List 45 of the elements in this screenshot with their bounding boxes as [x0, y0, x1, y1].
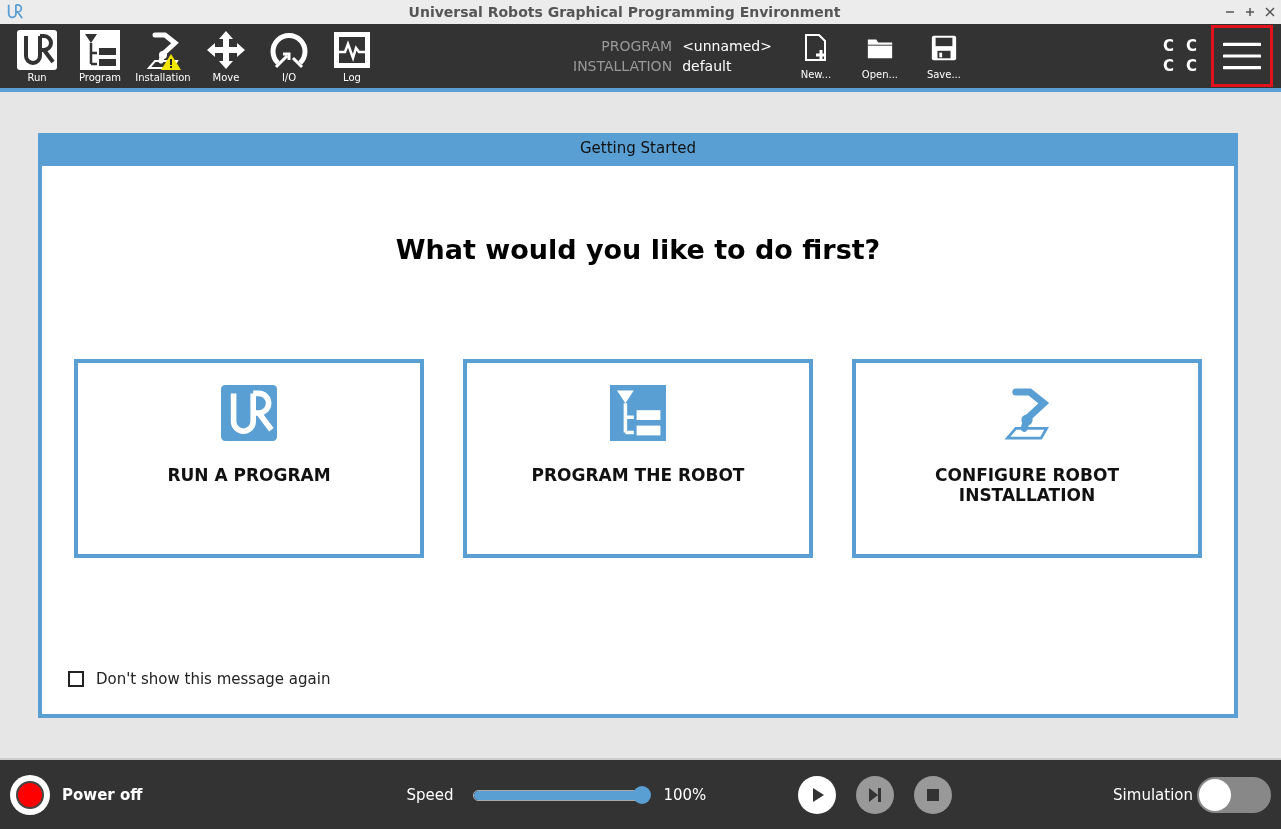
dialog-title: Getting Started — [42, 133, 1234, 163]
program-tree-icon — [80, 29, 120, 70]
checkbox-label: Don't show this message again — [96, 670, 331, 688]
simulation-toggle[interactable] — [1197, 776, 1271, 813]
speed-label: Speed — [406, 785, 454, 804]
move-arrows-icon — [206, 29, 246, 70]
nav-tab[interactable]: Installation — [134, 29, 192, 83]
status-indicator: C — [1162, 37, 1174, 55]
step-button[interactable] — [856, 775, 895, 814]
robot-logo-icon — [221, 385, 277, 441]
power-button[interactable] — [10, 774, 50, 815]
nav-tab[interactable]: I/O — [260, 29, 318, 83]
menu-button[interactable] — [1211, 25, 1273, 87]
status-indicator: C — [1162, 57, 1174, 75]
program-tree-icon — [610, 385, 666, 441]
log-chart-icon — [332, 29, 372, 70]
stop-button[interactable] — [914, 775, 953, 814]
info-label: PROGRAM — [600, 37, 673, 56]
robot-logo-icon — [17, 29, 57, 70]
menu-icon — [1223, 40, 1261, 72]
nav-tab[interactable]: Move — [197, 29, 255, 83]
maximize-icon[interactable] — [1245, 7, 1255, 17]
speed-reading: 100% — [663, 785, 707, 804]
window-title: Universal Robots Graphical Programming Environment — [407, 4, 842, 20]
nav-tab[interactable]: Program — [71, 29, 129, 83]
play-button[interactable] — [798, 775, 837, 814]
status-indicator: C — [1186, 37, 1197, 55]
checkbox[interactable] — [68, 671, 84, 687]
dialog-heading: What would you like to do first? — [394, 234, 882, 265]
power-status: Power off — [62, 785, 143, 804]
file-button[interactable]: New... — [793, 32, 838, 80]
info-label: INSTALLATION — [573, 57, 673, 76]
nav-tab[interactable]: Log — [323, 29, 381, 83]
option-card[interactable]: PROGRAM THE ROBOT — [463, 359, 813, 558]
status-indicator: C — [1186, 57, 1197, 75]
simulation-label: Simulation — [1113, 785, 1193, 804]
file-button[interactable]: Save... — [921, 32, 966, 80]
close-icon[interactable] — [1265, 7, 1275, 17]
option-card[interactable]: CONFIGURE ROBOT INSTALLATION — [852, 359, 1202, 558]
file-button[interactable]: Open... — [857, 32, 902, 80]
option-card[interactable]: RUN A PROGRAM — [74, 359, 424, 558]
info-value: default — [682, 57, 733, 76]
nav-tab[interactable]: Run — [8, 29, 66, 83]
info-value: <unnamed> — [682, 37, 772, 56]
logo-icon — [6, 3, 24, 21]
